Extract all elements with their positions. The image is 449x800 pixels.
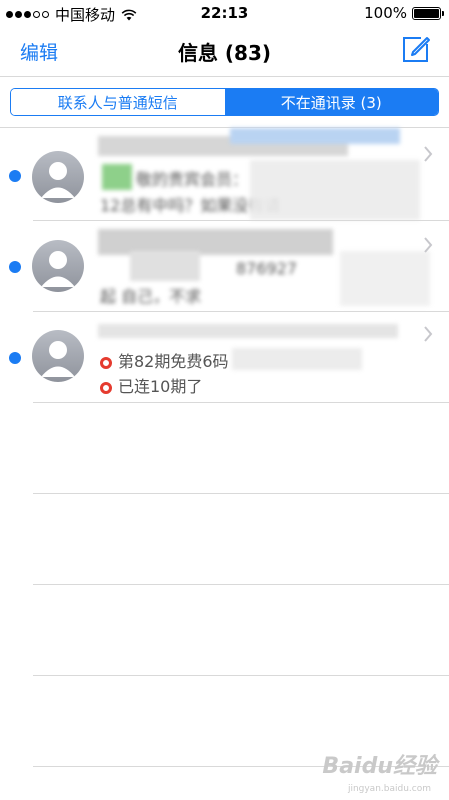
obscured-sender — [98, 324, 398, 338]
unread-indicator — [9, 170, 21, 182]
baidu-watermark: Baidu经验 — [322, 754, 437, 779]
page-title: 信息 (83) — [177, 41, 272, 65]
unread-indicator — [9, 352, 21, 364]
filter-segmented-control: 联系人与普通短信 不在通讯录 (3) — [10, 88, 439, 116]
empty-row-divider — [33, 675, 449, 676]
contact-avatar-icon — [32, 151, 84, 203]
unread-indicator — [9, 261, 21, 273]
message-row[interactable]: 876927 起 自己，不求 — [0, 221, 449, 312]
message-preview-line1: 敬的贵宾会员： — [136, 170, 249, 189]
segment-contacts[interactable]: 联系人与普通短信 — [11, 89, 225, 115]
status-bar: 中国移动 22:13 100% — [0, 0, 449, 26]
message-preview-line2: 起 自己，不求 — [100, 287, 202, 306]
compose-icon[interactable] — [401, 34, 431, 64]
chevron-right-icon — [424, 326, 433, 342]
navigation-bar: 编辑 信息 (83) — [0, 26, 449, 77]
watermark-url: jingyan.baidu.com — [347, 784, 431, 794]
message-preview-line1: 第82期免费6码 — [100, 348, 229, 372]
obscured-block — [232, 348, 362, 370]
empty-row-divider — [33, 584, 449, 585]
chevron-right-icon — [424, 237, 433, 253]
contact-avatar-icon — [32, 240, 84, 292]
empty-row-divider — [33, 493, 449, 494]
segment-unknown-senders[interactable]: 不在通讯录 (3) — [224, 89, 438, 115]
message-row[interactable]: 第82期免费6码 已连10期了 — [0, 312, 449, 403]
messages-screen: 中国移动 22:13 100% 编辑 信息 (83) 联系人与普通短信 不在通讯… — [0, 0, 449, 800]
battery-percent: 100% — [364, 4, 407, 22]
obscured-block — [340, 251, 430, 306]
red-circle-icon — [100, 357, 112, 369]
chevron-right-icon — [424, 146, 433, 162]
row-divider — [33, 402, 449, 403]
contact-avatar-icon — [32, 330, 84, 382]
obscured-sender — [230, 128, 400, 144]
message-preview-line1: 876927 — [236, 259, 298, 278]
obscured-block — [102, 164, 132, 190]
message-row[interactable]: 敬的贵宾会员： 12总有中吗？如果没有请 — [0, 128, 449, 221]
battery-icon — [412, 6, 444, 20]
obscured-block — [130, 251, 200, 281]
red-circle-icon — [100, 382, 112, 394]
status-right: 100% — [364, 4, 444, 22]
message-preview-line2: 已连10期了 — [100, 373, 202, 397]
obscured-block — [250, 160, 420, 220]
